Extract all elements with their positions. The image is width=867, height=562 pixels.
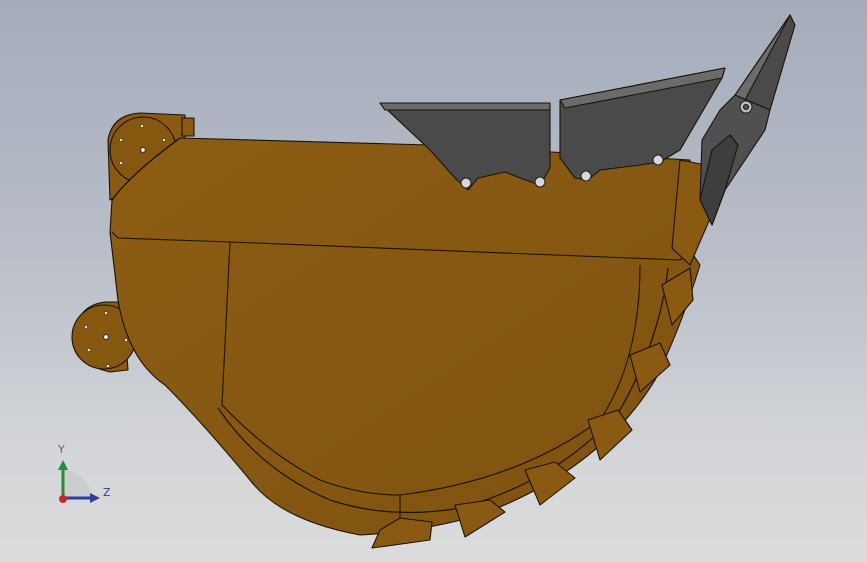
z-axis-label: Z — [103, 486, 111, 499]
graphics-viewport[interactable]: Y Z — [0, 0, 867, 562]
z-axis-arrow — [90, 493, 100, 503]
y-axis-arrow — [58, 460, 68, 470]
x-axis-dot — [59, 495, 67, 503]
y-axis-label: Y — [58, 443, 65, 456]
ripper-tooth[interactable] — [699, 14, 796, 226]
bucket-model[interactable] — [0, 0, 867, 562]
bucket-shell[interactable] — [109, 137, 701, 536]
